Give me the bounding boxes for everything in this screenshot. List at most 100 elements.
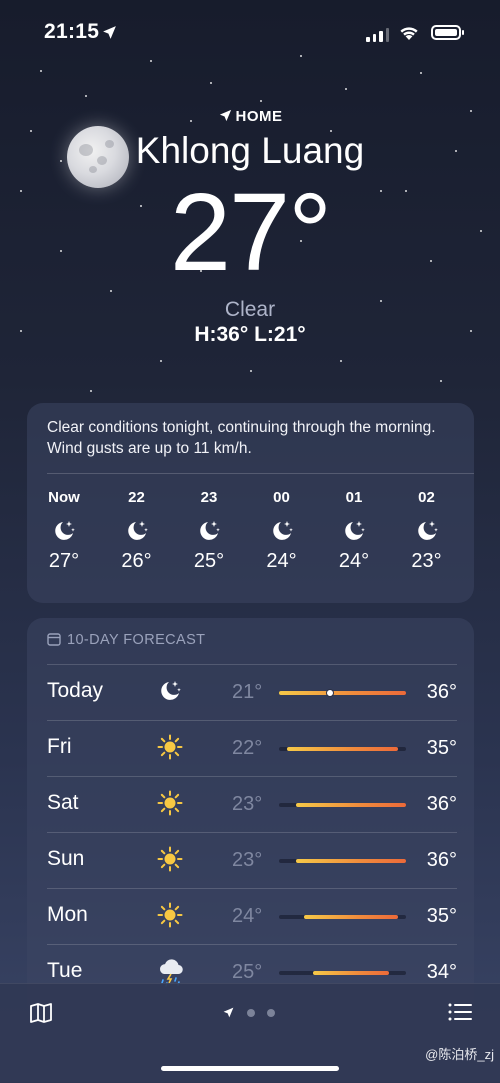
sun-icon <box>157 790 183 816</box>
hour-temperature: 26° <box>121 550 152 572</box>
star <box>40 70 42 72</box>
temperature-range-bar <box>279 689 406 697</box>
sun-icon <box>157 846 183 872</box>
battery-icon <box>431 25 461 40</box>
bottom-toolbar: @陈泊桥_zj <box>0 983 500 1083</box>
temperature-range-fill <box>295 803 406 807</box>
forecast-summary: Clear conditions tonight, continuing thr… <box>47 419 436 457</box>
star <box>85 95 87 97</box>
page-indicator[interactable] <box>222 1006 275 1019</box>
divider <box>47 832 457 833</box>
hourly-item: Now 27° <box>34 489 94 573</box>
calendar-icon <box>47 633 61 646</box>
hour-temperature: 24° <box>338 550 370 572</box>
divider <box>47 664 457 665</box>
location-arrow-icon <box>219 109 231 122</box>
temperature-range-fill <box>312 971 390 975</box>
hourly-item: 02 23° <box>397 489 457 573</box>
hour-label: 00 <box>273 489 290 506</box>
battery-tip <box>462 30 464 35</box>
high-temperature: 35° <box>426 905 457 927</box>
day-label: Mon <box>47 903 88 926</box>
day-label: Tue <box>47 959 83 982</box>
forecast-row[interactable]: Mon 24° 35° <box>47 888 457 944</box>
temperature-range-bar <box>279 747 406 751</box>
status-bar: 21:15 <box>0 0 500 66</box>
temperature-range-fill <box>304 915 398 919</box>
star <box>260 100 262 102</box>
star <box>340 360 342 362</box>
divider <box>47 776 457 777</box>
hourly-item: 23 25° <box>179 489 239 573</box>
moon-stars-icon <box>107 518 167 542</box>
sun-icon <box>157 734 183 760</box>
high-temperature: 36° <box>426 849 457 871</box>
hour-label: 01 <box>345 489 363 506</box>
low-temperature: 23° <box>232 849 263 871</box>
temperature-range-bar <box>279 915 406 919</box>
page-dot[interactable] <box>247 1008 255 1017</box>
home-indicator[interactable] <box>161 1066 339 1071</box>
map-icon[interactable] <box>29 1001 53 1025</box>
watermark: @陈泊桥_zj <box>425 1047 494 1062</box>
hour-label: 23 <box>200 489 218 506</box>
hourly-item: 01 24° <box>324 489 384 573</box>
divider <box>47 473 474 474</box>
current-condition: Clear <box>224 298 276 321</box>
cellular-signal-icon <box>366 28 389 42</box>
list-icon[interactable] <box>448 1002 472 1022</box>
forecast-row[interactable]: Fri 22° 35° <box>47 720 457 776</box>
ten-day-forecast-header: 10-DAY FORECAST <box>47 632 205 648</box>
location-arrow-icon <box>103 26 116 39</box>
hourly-forecast-card[interactable]: Clear conditions tonight, continuing thr… <box>27 403 474 603</box>
current-temperature: 27° <box>169 171 332 294</box>
day-label: Today <box>47 679 104 702</box>
thunderstorm-rain-icon <box>157 958 183 987</box>
forecast-row[interactable]: Today 21° 36° <box>47 664 457 720</box>
city-name: Khlong Luang <box>135 130 365 171</box>
low-temperature: 23° <box>232 793 263 815</box>
low-temperature: 21° <box>232 681 263 703</box>
divider <box>47 944 457 945</box>
hourly-item: 22 26° <box>107 489 167 573</box>
location-arrow-icon <box>223 1007 234 1018</box>
star <box>440 380 442 382</box>
low-temperature: 24° <box>232 905 263 927</box>
temperature-range-bar <box>279 803 406 807</box>
star <box>250 370 252 372</box>
temperature-range-fill <box>295 859 406 863</box>
hour-temperature: 23° <box>411 550 442 572</box>
ten-day-forecast-card[interactable]: 10-DAY FORECAST Today 21° 36° Fri 22° 35… <box>27 618 474 1018</box>
temperature-range-fill <box>287 747 398 751</box>
high-low-temperature: H:36° L:21° <box>194 323 306 346</box>
wifi-icon <box>400 27 418 40</box>
star <box>420 72 422 74</box>
low-temperature: 25° <box>232 961 263 983</box>
hour-temperature: 27° <box>48 550 80 572</box>
high-temperature: 36° <box>426 793 457 815</box>
forecast-row[interactable]: Sun 23° 36° <box>47 832 457 888</box>
low-temperature: 22° <box>232 737 263 759</box>
star <box>210 82 212 84</box>
star <box>160 360 162 362</box>
sun-icon <box>157 902 183 928</box>
forecast-row[interactable]: Sat 23° 36° <box>47 776 457 832</box>
hourly-item: 00 24° <box>252 489 312 573</box>
divider <box>47 888 457 889</box>
page-dot[interactable] <box>267 1008 275 1017</box>
hour-label: Now <box>48 489 80 506</box>
temperature-range-bar <box>279 971 406 975</box>
home-label: HOME <box>235 108 283 125</box>
moon-stars-icon <box>34 518 94 542</box>
star <box>90 390 92 392</box>
hour-temperature: 25° <box>193 550 225 572</box>
status-time: 21:15 <box>44 20 100 43</box>
divider <box>47 720 457 721</box>
moon-stars-icon <box>179 518 239 542</box>
high-temperature: 36° <box>426 681 457 703</box>
hour-temperature: 24° <box>266 550 297 572</box>
moon-stars-icon <box>324 518 384 542</box>
high-temperature: 34° <box>426 961 457 983</box>
current-temperature-marker <box>325 689 334 697</box>
hour-label: 22 <box>128 489 145 506</box>
